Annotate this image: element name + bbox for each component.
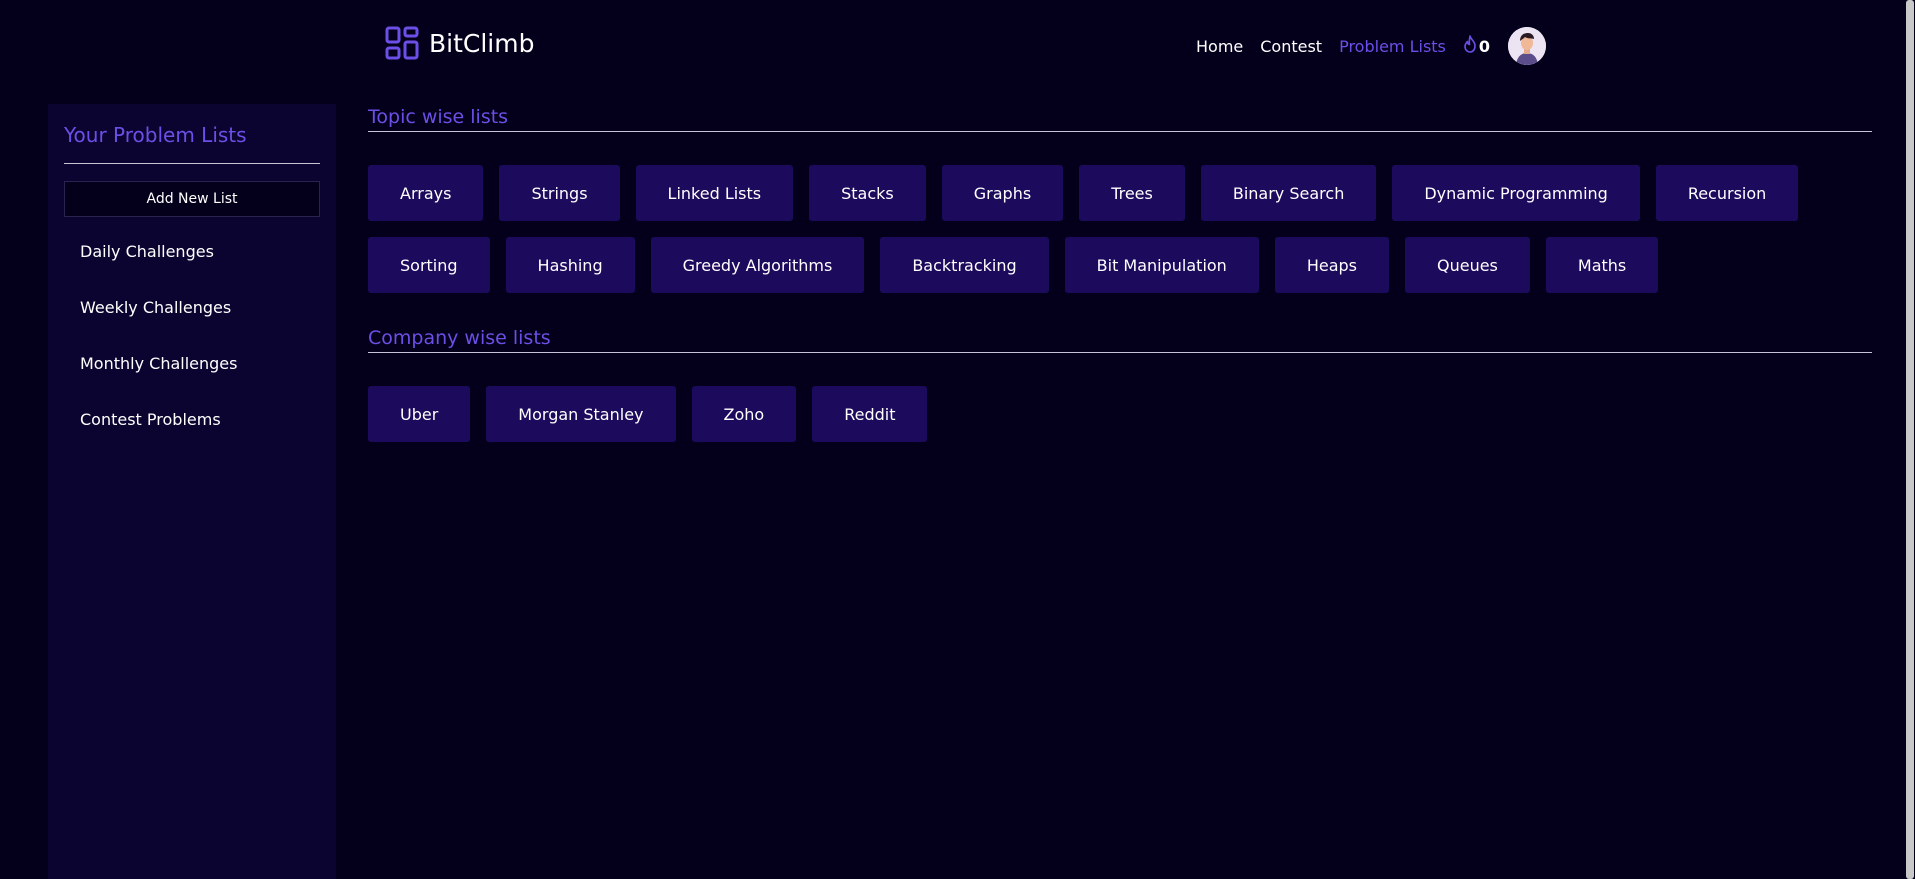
add-new-list-button[interactable]: Add New List — [64, 181, 320, 217]
list-chip[interactable]: Stacks — [809, 165, 926, 221]
company-list-row: Uber Morgan Stanley Zoho Reddit — [368, 386, 928, 442]
list-chip[interactable]: Bit Manipulation — [1064, 237, 1259, 293]
sidebar-item-monthly-challenges[interactable]: Monthly Challenges — [80, 354, 237, 373]
list-chip[interactable]: Morgan Stanley — [486, 386, 676, 442]
list-chip[interactable]: Hashing — [505, 237, 635, 293]
list-chip[interactable]: Queues — [1404, 237, 1530, 293]
list-chip[interactable]: Arrays — [368, 165, 484, 221]
main-nav: Home Contest Problem Lists 0 — [1196, 27, 1547, 65]
grid-logo-icon — [385, 26, 419, 60]
sidebar-item-daily-challenges[interactable]: Daily Challenges — [80, 242, 214, 261]
list-chip[interactable]: Trees — [1079, 165, 1185, 221]
list-chip[interactable]: Maths — [1545, 237, 1659, 293]
sidebar-item-contest-problems[interactable]: Contest Problems — [80, 410, 221, 429]
scrollbar-thumb[interactable] — [1906, 0, 1914, 879]
nav-home[interactable]: Home — [1196, 37, 1243, 56]
brand-name: BitClimb — [429, 28, 535, 58]
topic-section-divider — [368, 131, 1872, 132]
list-chip[interactable]: Heaps — [1274, 237, 1389, 293]
streak-count: 0 — [1478, 36, 1491, 56]
topic-section-title: Topic wise lists — [368, 106, 509, 128]
problem-lists-sidebar: Your Problem Lists Add New List Daily Ch… — [48, 104, 336, 879]
list-chip[interactable]: Greedy Algorithms — [650, 237, 865, 293]
list-chip[interactable]: Uber — [368, 386, 471, 442]
list-chip[interactable]: Sorting — [368, 237, 490, 293]
company-section-divider — [368, 352, 1872, 353]
list-chip[interactable]: Recursion — [1655, 165, 1799, 221]
page-scrollbar[interactable] — [1906, 0, 1915, 879]
sidebar-item-weekly-challenges[interactable]: Weekly Challenges — [80, 298, 231, 317]
topic-list-row-1: Arrays Strings Linked Lists Stacks Graph… — [368, 165, 1799, 221]
list-chip[interactable]: Dynamic Programming — [1392, 165, 1640, 221]
nav-problem-lists[interactable]: Problem Lists — [1339, 37, 1446, 56]
streak-counter[interactable]: 0 — [1463, 35, 1490, 57]
list-chip[interactable]: Linked Lists — [635, 165, 794, 221]
user-avatar[interactable] — [1508, 27, 1547, 65]
list-chip[interactable]: Reddit — [812, 386, 928, 442]
sidebar-divider — [64, 163, 320, 164]
list-chip[interactable]: Zoho — [691, 386, 797, 442]
company-section-title: Company wise lists — [368, 327, 551, 349]
list-chip[interactable]: Binary Search — [1200, 165, 1377, 221]
sidebar-title: Your Problem Lists — [64, 123, 247, 147]
list-chip[interactable]: Graphs — [941, 165, 1064, 221]
topic-list-row-2: Sorting Hashing Greedy Algorithms Backtr… — [368, 237, 1659, 293]
brand[interactable]: BitClimb — [385, 26, 534, 60]
top-header: BitClimb Home Contest Problem Lists 0 — [0, 0, 1915, 90]
nav-contest[interactable]: Contest — [1260, 37, 1322, 56]
list-chip[interactable]: Strings — [499, 165, 620, 221]
flame-icon — [1463, 35, 1479, 57]
list-chip[interactable]: Backtracking — [880, 237, 1049, 293]
